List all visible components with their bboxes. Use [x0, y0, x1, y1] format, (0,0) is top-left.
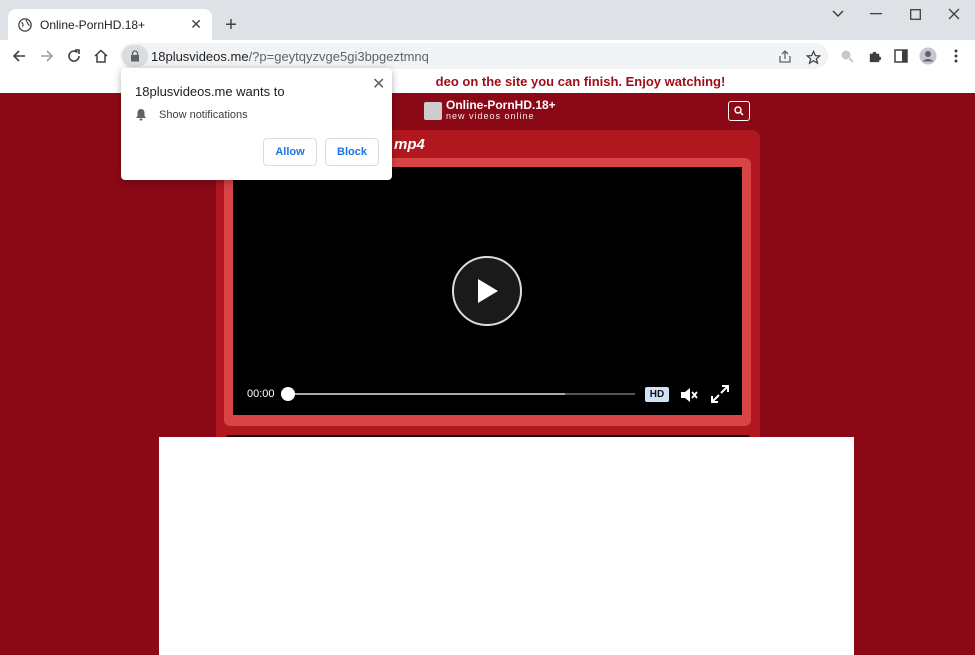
player-frame: 00:00 HD [224, 158, 751, 426]
tab-search-icon[interactable] [824, 5, 852, 23]
allow-button[interactable]: Allow [263, 138, 317, 166]
reload-icon[interactable] [62, 44, 86, 68]
bookmark-star-icon[interactable] [803, 47, 823, 67]
seek-bar[interactable] [281, 387, 635, 401]
new-tab-icon[interactable]: + [220, 14, 242, 36]
share-icon[interactable] [775, 47, 795, 67]
back-icon[interactable] [7, 44, 31, 68]
url-path: /?p=geytqyzvge5gi3bpgeztmnq [248, 48, 429, 64]
url-text[interactable]: 18plusvideos.me/?p=geytqyzvge5gi3bpgeztm… [151, 49, 429, 64]
time-display: 00:00 [247, 388, 275, 400]
buffer-bar [287, 393, 566, 395]
site-logo[interactable]: Online-PornHD.18+ new videos online [424, 98, 556, 121]
seek-knob[interactable] [281, 387, 295, 401]
film-reel-icon [424, 101, 442, 120]
notification-permission-popup: 18plusvideos.me wants to ✕ Show notifica… [121, 68, 392, 180]
logo-title: Online-PornHD.18+ [446, 98, 556, 112]
tab-title: Online-PornHD.18+ [40, 17, 146, 32]
play-button[interactable] [452, 256, 522, 326]
fullscreen-icon[interactable] [711, 385, 729, 403]
address-bar[interactable]: 18plusvideos.me/?p=geytqyzvge5gi3bpgeztm… [120, 43, 828, 69]
minimize-icon[interactable] [862, 5, 890, 23]
play-icon [478, 279, 498, 303]
logo-subtitle: new videos online [446, 111, 535, 121]
globe-icon [18, 17, 32, 32]
menu-kebab-icon[interactable] [946, 46, 966, 66]
banner-text: deo on the site you can finish. Enjoy wa… [435, 74, 726, 89]
home-icon[interactable] [89, 44, 113, 68]
mute-icon[interactable] [679, 386, 699, 404]
close-window-icon[interactable] [940, 5, 968, 23]
forward-icon[interactable] [35, 44, 59, 68]
lock-icon[interactable] [122, 45, 148, 67]
browser-tab[interactable]: Online-PornHD.18+ ✕ [8, 9, 212, 40]
search-icon [734, 106, 744, 116]
profile-avatar-icon[interactable] [918, 46, 938, 66]
permission-label: Show notifications [159, 108, 248, 121]
tab-close-icon[interactable]: ✕ [190, 16, 202, 33]
search-button[interactable] [728, 101, 750, 121]
permission-row: Show notifications [135, 108, 248, 121]
video-player[interactable]: 00:00 HD [233, 167, 742, 415]
title-bar: Online-PornHD.18+ ✕ + [0, 0, 975, 40]
side-panel-icon[interactable] [891, 46, 911, 66]
video-title: mp4 [394, 136, 425, 153]
url-domain: 18plusvideos.me [151, 48, 249, 64]
extensions-puzzle-icon[interactable] [864, 46, 884, 66]
block-button[interactable]: Block [325, 138, 379, 166]
bell-icon [136, 109, 146, 121]
extension-search-icon[interactable] [837, 46, 857, 66]
popup-title: 18plusvideos.me wants to [135, 84, 285, 99]
ad-overlay[interactable] [159, 437, 854, 655]
maximize-icon[interactable] [901, 5, 929, 23]
hd-badge[interactable]: HD [645, 387, 669, 402]
popup-close-icon[interactable]: ✕ [372, 74, 385, 94]
